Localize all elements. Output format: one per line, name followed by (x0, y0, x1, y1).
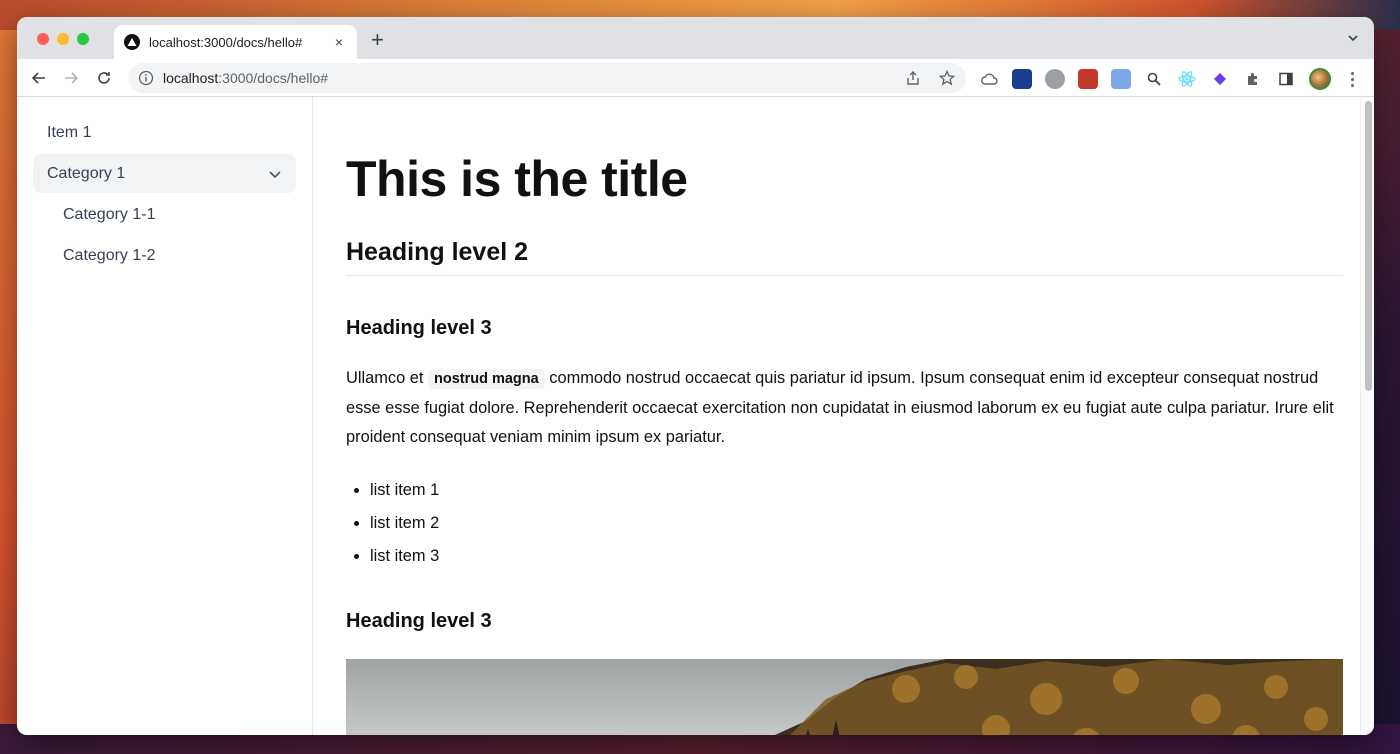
docs-sidebar: Item 1 Category 1 Category 1-1 Category … (17, 97, 313, 735)
sidebar-item-item-1[interactable]: Item 1 (33, 113, 296, 152)
sidebar-item-label: Category 1-1 (63, 205, 156, 223)
maximize-window-button[interactable] (77, 33, 89, 45)
address-bar[interactable]: localhost :3000/docs/hello# (128, 63, 966, 93)
page-scrollbar[interactable] (1360, 97, 1374, 735)
sidebar-item-label: Category 1-2 (63, 246, 156, 264)
address-bar-actions (904, 69, 956, 87)
list-item: list item 2 (370, 507, 1343, 540)
compass-extension-icon[interactable] (1045, 69, 1065, 89)
minimize-window-button[interactable] (57, 33, 69, 45)
reload-icon[interactable] (94, 68, 114, 88)
tab-strip: localhost:3000/docs/hello# × + (17, 17, 1374, 59)
browser-menu-icon[interactable] (1344, 69, 1360, 89)
url-host: localhost (163, 70, 219, 86)
landscape-image (346, 659, 1343, 735)
heading-level-3-second: Heading level 3 (346, 610, 492, 632)
document-extension-icon[interactable] (1111, 69, 1131, 89)
doc-content: This is the title Heading level 2 Headin… (314, 97, 1360, 735)
paragraph-text-start: Ullamco et (346, 369, 428, 387)
list-item: list item 1 (370, 474, 1343, 507)
react-extension-icon[interactable] (1177, 69, 1197, 89)
inline-code: nostrud magna (427, 369, 545, 389)
cloud-extension-icon[interactable] (979, 69, 999, 89)
browser-window: localhost:3000/docs/hello# × + localhost… (17, 17, 1374, 735)
puzzle-game-extension-icon[interactable] (1078, 69, 1098, 89)
close-window-button[interactable] (37, 33, 49, 45)
sidebar-item-category-1-1[interactable]: Category 1-1 (33, 195, 296, 234)
docs-page: Item 1 Category 1 Category 1-1 Category … (17, 97, 1374, 735)
chevron-down-icon[interactable] (268, 167, 282, 181)
tab-title: localhost:3000/docs/hello# (149, 34, 303, 50)
bullet-list: list item 1 list item 2 list item 3 (346, 474, 1343, 573)
extensions-puzzle-icon[interactable] (1243, 69, 1263, 89)
side-panel-icon[interactable] (1276, 69, 1296, 89)
body-paragraph: Ullamco et nostrud magna commodo nostrud… (346, 364, 1343, 452)
tab-active[interactable]: localhost:3000/docs/hello# × (114, 25, 357, 59)
share-icon[interactable] (904, 69, 922, 87)
sidebar-item-category-1-2[interactable]: Category 1-2 (33, 236, 296, 275)
browser-toolbar: localhost :3000/docs/hello# (17, 59, 1374, 97)
sidebar-item-label: Item 1 (47, 123, 92, 141)
window-controls (37, 33, 89, 45)
page-title: This is the title (346, 151, 688, 207)
bookmark-star-icon[interactable] (938, 69, 956, 87)
profile-avatar[interactable] (1309, 68, 1331, 90)
url-path: :3000/docs/hello# (218, 70, 329, 86)
heading-level-2: Heading level 2 (346, 235, 1343, 276)
forward-arrow-icon[interactable] (61, 68, 81, 88)
new-tab-button[interactable]: + (371, 29, 384, 51)
info-icon[interactable] (138, 70, 154, 86)
extensions-area (979, 68, 1360, 90)
heading-level-3-first: Heading level 3 (346, 317, 492, 339)
list-item: list item 3 (370, 540, 1343, 573)
back-arrow-icon[interactable] (29, 68, 49, 88)
magnifier-extension-icon[interactable] (1144, 69, 1164, 89)
sidebar-category-1[interactable]: Category 1 (33, 154, 296, 193)
scrollbar-thumb[interactable] (1365, 101, 1372, 391)
chevron-down-icon[interactable] (1346, 31, 1360, 45)
sidebar-item-label: Category 1 (47, 164, 126, 182)
gem-extension-icon[interactable] (1210, 69, 1230, 89)
shield-extension-icon[interactable] (1012, 69, 1032, 89)
tab-close-icon[interactable]: × (331, 34, 347, 50)
triangle-favicon-icon (124, 34, 140, 50)
